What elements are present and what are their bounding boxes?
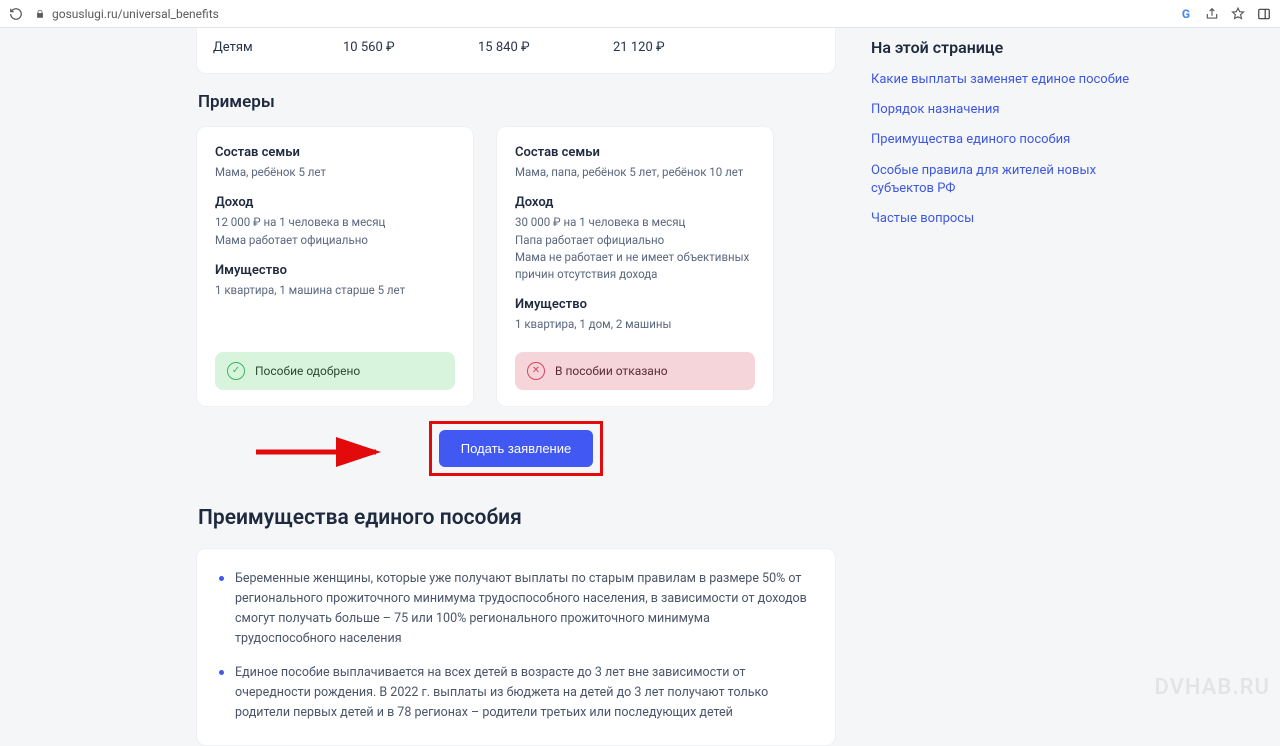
income-line: Папа работает официально [515,233,664,247]
property-title: Имущество [215,263,455,278]
sidepanel-icon[interactable] [1256,6,1272,22]
income-title: Доход [215,195,455,210]
income-line: Мама работает официально [215,233,368,247]
reload-icon[interactable] [8,6,24,22]
bookmark-star-icon[interactable] [1230,6,1246,22]
advantages-heading: Преимущества единого пособия [198,506,836,530]
sidebar-link[interactable]: Особые правила для жителей новых субъект… [871,162,1131,198]
income-text: 12 000 ₽ на 1 человека в месяц Мама рабо… [215,214,455,249]
page-nav-sidebar: На этой странице Какие выплаты заменяет … [871,28,1131,746]
status-text: Пособие одобрено [255,364,360,378]
sidebar-title: На этой странице [871,38,1131,57]
property-title: Имущество [515,297,755,312]
share-icon[interactable] [1204,6,1220,22]
lock-icon [34,8,46,20]
browser-toolbar: gosuslugi.ru/universal_benefits G [0,0,1280,28]
row-value-100: 21 120 ₽ [613,40,748,55]
check-circle-icon: ✓ [227,362,245,380]
family-text: Мама, ребёнок 5 лет [215,164,455,181]
income-title: Доход [515,195,755,210]
status-badge-approved: ✓ Пособие одобрено [215,352,455,390]
property-text: 1 квартира, 1 дом, 2 машины [515,316,755,333]
income-line: 30 000 ₽ на 1 человека в месяц [515,215,685,229]
sidebar-link[interactable]: Порядок назначения [871,101,1131,119]
row-value-50: 10 560 ₽ [343,40,478,55]
row-label: Детям [213,40,343,55]
income-line: 12 000 ₽ на 1 человека в месяц [215,215,385,229]
sidebar-link[interactable]: Преимущества единого пособия [871,131,1131,149]
advantage-item: Беременные женщины, которые уже получают… [219,569,813,649]
sidebar-link[interactable]: Какие выплаты заменяет единое пособие [871,71,1131,89]
example-card-approved: Состав семьи Мама, ребёнок 5 лет Доход 1… [196,126,474,407]
advantages-card: Беременные женщины, которые уже получают… [196,548,836,746]
submit-application-button[interactable]: Подать заявление [439,430,593,467]
annotation-arrow [256,439,396,469]
payout-table-row: Детям 10 560 ₽ 15 840 ₽ 21 120 ₽ [196,28,836,74]
sidebar-link[interactable]: Частые вопросы [871,210,1131,228]
income-text: 30 000 ₽ на 1 человека в месяц Папа рабо… [515,214,755,283]
advantage-item: Единое пособие выплачивается на всех дет… [219,663,813,723]
cross-circle-icon: ✕ [527,362,545,380]
family-text: Мама, папа, ребёнок 5 лет, ребёнок 10 ле… [515,164,755,181]
row-value-75: 15 840 ₽ [478,40,613,55]
annotation-highlight-box: Подать заявление [429,421,603,476]
example-card-denied: Состав семьи Мама, папа, ребёнок 5 лет, … [496,126,774,407]
examples-heading: Примеры [198,92,836,112]
family-title: Состав семьи [515,145,755,160]
income-line: Мама не работает и не имеет объективных … [515,250,749,281]
watermark: DVHAB.RU [1155,675,1270,700]
family-title: Состав семьи [215,145,455,160]
google-icon[interactable]: G [1178,6,1194,22]
status-badge-denied: ✕ В пособии отказано [515,352,755,390]
property-text: 1 квартира, 1 машина старше 5 лет [215,282,455,299]
status-text: В пособии отказано [555,364,668,378]
address-bar-url[interactable]: gosuslugi.ru/universal_benefits [52,7,219,21]
